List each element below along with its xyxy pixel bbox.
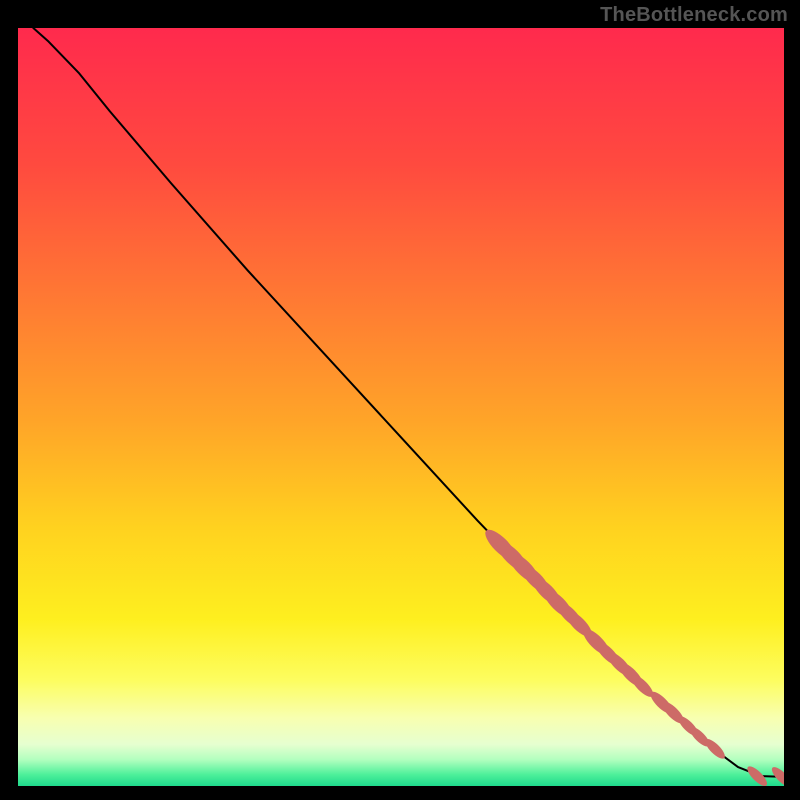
watermark-label: TheBottleneck.com [600,4,788,27]
plot-area [18,28,784,786]
chart-container: TheBottleneck.com [0,0,800,800]
chart-background [18,28,784,786]
chart-svg [18,28,784,786]
